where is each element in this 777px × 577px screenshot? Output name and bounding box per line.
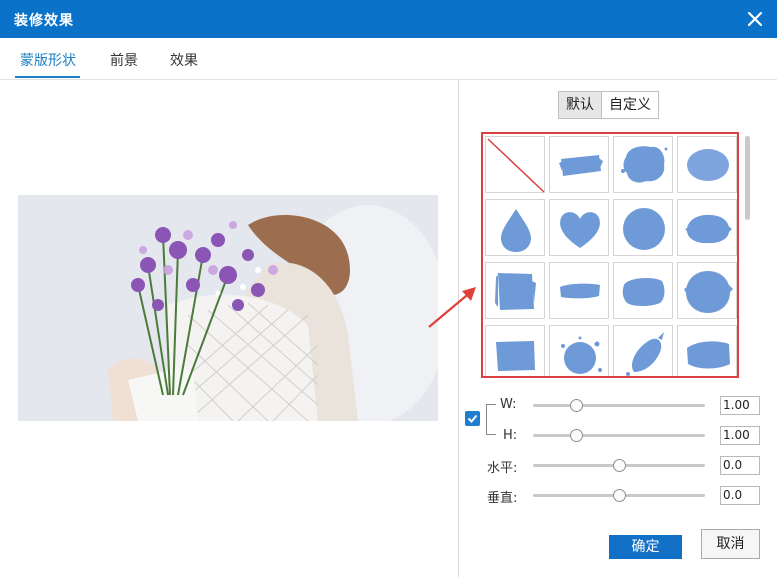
mask-shape-heart[interactable] xyxy=(549,199,609,256)
horizontal-slider[interactable] xyxy=(533,459,705,472)
mask-shape-rough-circle[interactable] xyxy=(677,262,737,319)
tab-bar: 蒙版形状 前景 效果 xyxy=(0,38,777,80)
height-slider[interactable] xyxy=(533,429,705,442)
tab-effect[interactable]: 效果 xyxy=(170,50,198,70)
mask-shape-brush-stroke-2[interactable] xyxy=(677,325,737,376)
mask-shape-splatter[interactable] xyxy=(613,136,673,193)
close-icon[interactable] xyxy=(745,9,765,29)
mode-toggle: 默认 自定义 xyxy=(558,91,659,119)
arrow-annotation xyxy=(428,287,476,328)
mask-shape-rough-blob[interactable] xyxy=(613,262,673,319)
mask-shape-none[interactable] xyxy=(485,136,545,193)
mask-shape-splatter-circle[interactable] xyxy=(549,325,609,376)
tab-foreground[interactable]: 前景 xyxy=(110,50,138,70)
mask-shape-brush-stroke[interactable] xyxy=(549,136,609,193)
height-label: H: xyxy=(503,428,518,443)
mask-shape-rough-square[interactable] xyxy=(485,262,545,319)
width-slider[interactable] xyxy=(533,399,705,412)
vertical-slider-thumb[interactable] xyxy=(613,489,626,502)
preview-image xyxy=(18,195,438,421)
mask-shape-drop[interactable] xyxy=(485,199,545,256)
tab-mask-shape[interactable]: 蒙版形状 xyxy=(20,50,76,70)
preview-pane xyxy=(0,80,459,577)
window-title: 装修效果 xyxy=(14,13,74,29)
cancel-button[interactable]: 取消 xyxy=(701,529,760,559)
vertical-input[interactable]: 0.0 xyxy=(720,486,760,505)
title-bar: 装修效果 xyxy=(0,0,777,38)
mask-shape-ellipse[interactable] xyxy=(677,136,737,193)
mask-shape-rough-rect[interactable] xyxy=(485,325,545,376)
vertical-slider[interactable] xyxy=(533,489,705,502)
link-bracket xyxy=(486,404,496,435)
horizontal-slider-thumb[interactable] xyxy=(613,459,626,472)
mask-shape-ink-splash[interactable] xyxy=(613,325,673,376)
width-label: W: xyxy=(500,397,517,412)
horizontal-input[interactable]: 0.0 xyxy=(720,456,760,475)
horizontal-label: 水平: xyxy=(487,461,518,476)
mask-shape-panel xyxy=(481,132,739,378)
custom-mode-button[interactable]: 自定义 xyxy=(602,92,658,118)
ok-button[interactable]: 确定 xyxy=(609,535,682,559)
default-mode-button[interactable]: 默认 xyxy=(559,92,602,118)
mask-shape-rough-ellipse[interactable] xyxy=(677,199,737,256)
width-slider-thumb[interactable] xyxy=(570,399,583,412)
width-input[interactable]: 1.00 xyxy=(720,396,760,415)
shape-list-scrollbar[interactable] xyxy=(745,136,750,220)
mask-shape-brush-streak[interactable] xyxy=(549,262,609,319)
active-tab-indicator xyxy=(15,76,80,78)
mask-shape-grid xyxy=(485,136,737,376)
mask-shape-circle[interactable] xyxy=(613,199,673,256)
height-input[interactable]: 1.00 xyxy=(720,426,760,445)
height-slider-thumb[interactable] xyxy=(570,429,583,442)
vertical-label: 垂直: xyxy=(487,491,518,506)
lock-ratio-checkbox[interactable] xyxy=(465,411,480,426)
